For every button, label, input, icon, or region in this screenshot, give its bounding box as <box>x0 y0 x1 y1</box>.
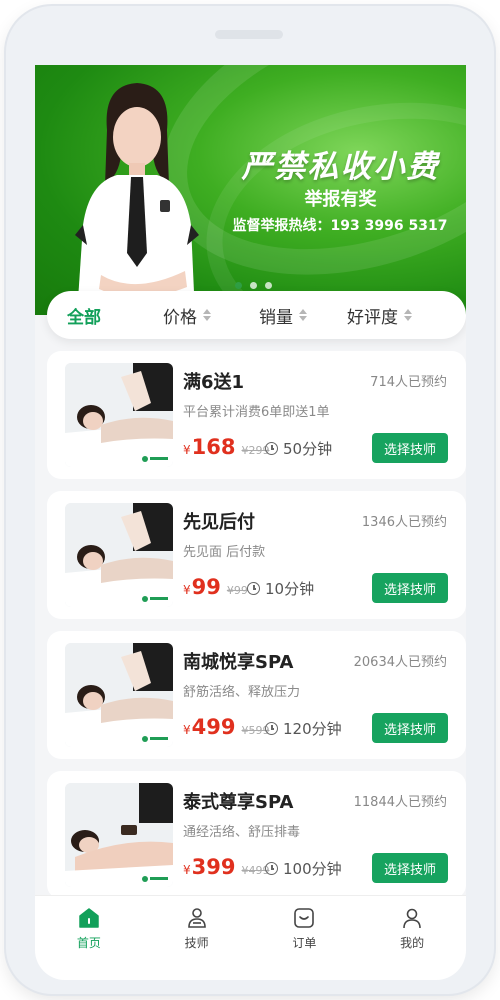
service-description: 先见面 后付款 <box>183 545 266 560</box>
price-group: ¥ 399 ¥499 <box>183 855 269 879</box>
banner-hotline: 监督举报热线：193 3996 5317 <box>232 218 448 234</box>
tab-label: 技师 <box>184 936 209 950</box>
home-icon <box>79 908 99 928</box>
service-image <box>65 503 173 607</box>
tab-label: 订单 <box>292 936 317 950</box>
filter-sales[interactable]: 销量 <box>259 303 347 328</box>
currency-symbol: ¥ <box>183 723 191 737</box>
carousel-indicator <box>235 282 272 289</box>
service-price: 399 <box>191 855 236 879</box>
booking-count: 1346人已预约 <box>361 515 447 530</box>
promo-banner[interactable]: 严禁私收小费 举报有奖 监督举报热线：193 3996 5317 <box>35 65 466 315</box>
booking-count: 20634人已预约 <box>353 655 447 670</box>
price-group: ¥ 499 ¥599 <box>183 715 269 739</box>
select-technician-button[interactable]: 选择技师 <box>372 433 448 463</box>
service-card[interactable]: 先见后付 1346人已预约 先见面 后付款 ¥ 99 ¥99 10分钟 选择技师 <box>47 491 466 619</box>
service-card[interactable]: 满6送1 714人已预约 平台累计消费6单即送1单 ¥ 168 ¥299 50分… <box>47 351 466 479</box>
service-description: 平台累计消费6单即送1单 <box>183 405 330 420</box>
carousel-dot-active[interactable] <box>235 282 242 289</box>
duration-label: 120分钟 <box>283 720 342 738</box>
duration: 50分钟 <box>265 438 332 459</box>
tab-label: 我的 <box>400 936 425 950</box>
technician-icon <box>187 908 206 928</box>
profile-icon <box>403 908 421 929</box>
clock-icon <box>265 862 278 875</box>
tab-orders[interactable]: 订单 <box>251 896 359 980</box>
currency-symbol: ¥ <box>183 583 191 597</box>
filter-bar: 全部 价格 销量 好评度 <box>47 291 466 339</box>
sort-arrows-icon <box>299 309 307 321</box>
filter-label: 价格 <box>163 307 197 328</box>
filter-price[interactable]: 价格 <box>163 303 259 328</box>
tab-home[interactable]: 首页 <box>35 896 143 980</box>
booking-count: 11844人已预约 <box>353 795 447 810</box>
carousel-dot[interactable] <box>265 282 272 289</box>
duration: 100分钟 <box>265 858 342 879</box>
tab-technician[interactable]: 技师 <box>143 896 251 980</box>
original-price: ¥99 <box>226 584 248 597</box>
service-description: 通经活络、舒压排毒 <box>183 825 301 840</box>
filter-label: 全部 <box>67 307 101 328</box>
service-image <box>65 363 173 467</box>
banner-title: 严禁私收小费 <box>241 149 440 185</box>
service-title: 泰式尊享SPA <box>183 792 294 813</box>
duration: 10分钟 <box>247 578 314 599</box>
booking-count: 714人已预约 <box>370 375 447 390</box>
phone-speaker <box>215 30 283 39</box>
currency-symbol: ¥ <box>183 443 191 457</box>
service-image <box>65 783 173 887</box>
service-title: 南城悦享SPA <box>183 652 294 673</box>
service-price: 168 <box>191 435 236 459</box>
tab-profile[interactable]: 我的 <box>358 896 466 980</box>
sort-arrows-icon <box>203 309 211 321</box>
filter-label: 销量 <box>259 307 293 328</box>
banner-subtitle: 举报有奖 <box>304 189 377 210</box>
bottom-tab-bar: 首页 技师 订单 我的 <box>35 895 466 980</box>
filter-all[interactable]: 全部 <box>67 303 163 328</box>
clock-icon <box>265 722 278 735</box>
carousel-dot[interactable] <box>250 282 257 289</box>
filter-rating[interactable]: 好评度 <box>347 303 412 328</box>
service-card[interactable]: 南城悦享SPA 20634人已预约 舒筋活络、释放压力 ¥ 499 ¥599 1… <box>47 631 466 759</box>
clock-icon <box>247 582 260 595</box>
service-price: 99 <box>191 575 221 599</box>
duration-label: 10分钟 <box>265 580 315 598</box>
service-description: 舒筋活络、释放压力 <box>183 685 301 700</box>
price-group: ¥ 99 ¥99 <box>183 575 248 599</box>
service-price: 499 <box>191 715 236 739</box>
service-title: 满6送1 <box>183 372 245 393</box>
clock-icon <box>265 442 278 455</box>
app-screen: 严禁私收小费 举报有奖 监督举报热线：193 3996 5317 全部 价格 销… <box>35 65 466 980</box>
banner-person-image <box>75 83 199 315</box>
sort-arrows-icon <box>404 309 412 321</box>
service-card[interactable]: 泰式尊享SPA 11844人已预约 通经活络、舒压排毒 ¥ 399 ¥499 1… <box>47 771 466 899</box>
service-title: 先见后付 <box>183 512 255 533</box>
filter-label: 好评度 <box>347 307 398 328</box>
service-image <box>65 643 173 747</box>
select-technician-button[interactable]: 选择技师 <box>372 573 448 603</box>
duration-label: 50分钟 <box>283 440 333 458</box>
tab-label: 首页 <box>76 936 101 950</box>
duration: 120分钟 <box>265 718 342 739</box>
duration-label: 100分钟 <box>283 860 342 878</box>
order-icon <box>294 908 315 928</box>
select-technician-button[interactable]: 选择技师 <box>372 713 448 743</box>
select-technician-button[interactable]: 选择技师 <box>372 853 448 883</box>
price-group: ¥ 168 ¥299 <box>183 435 269 459</box>
currency-symbol: ¥ <box>183 863 191 877</box>
